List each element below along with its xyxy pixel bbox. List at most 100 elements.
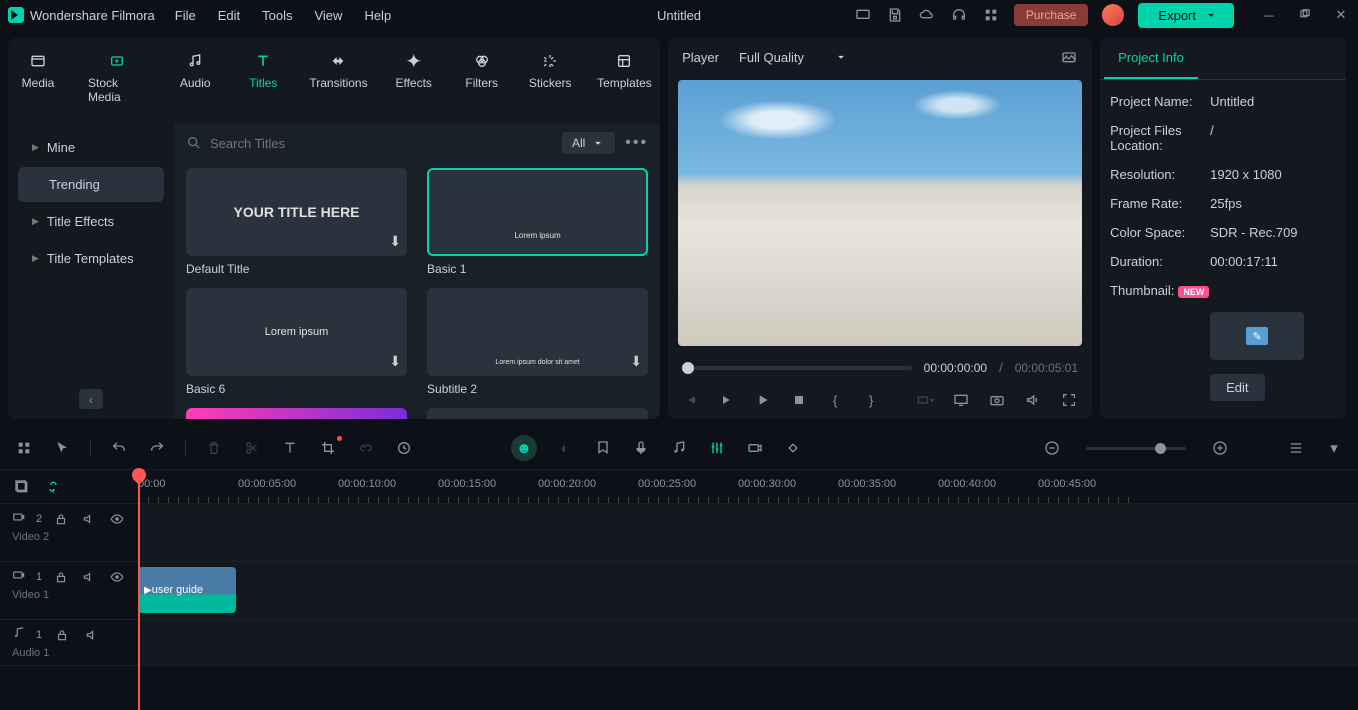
clip-user-guide[interactable]: ▶user guide — [138, 567, 236, 613]
grid-icon[interactable] — [14, 440, 34, 456]
lock-icon[interactable] — [52, 628, 72, 642]
camera-icon[interactable] — [988, 391, 1006, 409]
next-frame-icon[interactable] — [718, 391, 736, 409]
minimize-icon[interactable]: ─ — [1260, 6, 1278, 24]
sidebar-item-title-templates[interactable]: ▶Title Templates — [18, 241, 164, 276]
zoom-out-icon[interactable] — [1042, 440, 1062, 456]
cursor-icon[interactable] — [52, 440, 72, 456]
split-icon[interactable] — [242, 440, 262, 456]
track-body-video2[interactable] — [138, 504, 1358, 561]
menu-file[interactable]: File — [175, 8, 196, 23]
title-card-basic1[interactable]: Lorem ipsum Basic 1 — [427, 168, 648, 276]
play-icon[interactable] — [754, 391, 772, 409]
video-preview[interactable] — [678, 80, 1082, 346]
purchase-button[interactable]: Purchase — [1014, 4, 1089, 26]
tab-media[interactable]: Media — [8, 42, 68, 112]
redo-icon[interactable] — [147, 440, 167, 456]
display-icon[interactable] — [952, 391, 970, 409]
tab-filters[interactable]: Filters — [452, 42, 512, 112]
color-icon[interactable]: ◐ — [555, 440, 575, 457]
player-scrubber[interactable] — [682, 366, 912, 370]
tab-stock-media[interactable]: Stock Media — [76, 42, 157, 112]
mark-in-icon[interactable]: { — [826, 391, 844, 409]
lock-icon[interactable] — [52, 512, 70, 526]
settings-dropdown-icon[interactable]: ▾ — [1324, 439, 1344, 457]
maximize-icon[interactable] — [1296, 6, 1314, 24]
download-icon[interactable]: ⬇ — [389, 353, 401, 370]
user-avatar[interactable] — [1102, 4, 1124, 26]
search-input[interactable] — [186, 135, 552, 151]
tab-audio[interactable]: Audio — [165, 42, 225, 112]
export-button[interactable]: Export — [1138, 3, 1234, 28]
title-card-default[interactable]: YOUR TITLE HERE⬇ Default Title — [186, 168, 407, 276]
menu-tools[interactable]: Tools — [262, 8, 292, 23]
text-tool-icon[interactable] — [280, 440, 300, 456]
edit-button[interactable]: Edit — [1210, 374, 1264, 401]
sidebar-collapse-button[interactable]: ‹ — [79, 389, 103, 409]
volume-icon[interactable] — [1024, 391, 1042, 409]
zoom-slider[interactable] — [1086, 447, 1186, 450]
track-toggle-icon[interactable] — [12, 479, 32, 495]
mic-icon[interactable] — [631, 440, 651, 456]
track-body-audio1[interactable] — [138, 620, 1358, 665]
title-card-partial[interactable] — [186, 408, 407, 419]
menu-edit[interactable]: Edit — [218, 8, 240, 23]
tab-transitions[interactable]: Transitions — [301, 42, 375, 112]
tab-effects[interactable]: ✦Effects — [384, 42, 444, 112]
filter-all-button[interactable]: All — [562, 132, 615, 154]
apps-icon[interactable] — [982, 6, 1000, 24]
close-icon[interactable]: ✕ — [1332, 6, 1350, 24]
mute-icon[interactable] — [80, 512, 98, 526]
fullscreen-icon[interactable] — [1060, 391, 1078, 409]
lock-icon[interactable] — [52, 570, 70, 584]
snapshot-icon[interactable] — [1060, 48, 1078, 66]
title-card-basic6[interactable]: Lorem ipsum⬇ Basic 6 — [186, 288, 407, 396]
keyframe-icon[interactable] — [783, 440, 803, 456]
filmora-icon — [8, 7, 24, 23]
record-icon[interactable] — [745, 440, 765, 456]
more-icon[interactable]: ••• — [625, 134, 648, 152]
title-card-partial2[interactable] — [427, 408, 648, 419]
track-body-video1[interactable]: ▶user guide — [138, 562, 1358, 619]
prev-frame-icon[interactable] — [682, 391, 700, 409]
menu-view[interactable]: View — [314, 8, 342, 23]
sidebar-item-trending[interactable]: Trending — [18, 167, 164, 202]
mute-icon[interactable] — [80, 570, 98, 584]
download-icon[interactable]: ⬇ — [389, 233, 401, 250]
eye-icon[interactable] — [108, 512, 126, 526]
menu-help[interactable]: Help — [364, 8, 391, 23]
tab-templates[interactable]: Templates — [589, 42, 660, 112]
stop-icon[interactable] — [790, 391, 808, 409]
screen-icon[interactable] — [854, 6, 872, 24]
delete-icon[interactable] — [204, 440, 224, 456]
marker-icon[interactable] — [593, 440, 613, 456]
headphones-icon[interactable] — [950, 6, 968, 24]
eye-icon[interactable] — [108, 570, 126, 584]
thumbnail-preview[interactable]: ✎ — [1210, 312, 1304, 360]
sidebar-item-title-effects[interactable]: ▶Title Effects — [18, 204, 164, 239]
quality-select[interactable]: Full Quality — [739, 50, 848, 65]
speed-icon[interactable] — [394, 440, 414, 456]
cloud-icon[interactable] — [918, 6, 936, 24]
mark-out-icon[interactable]: } — [862, 391, 880, 409]
tab-stickers[interactable]: Stickers — [520, 42, 581, 112]
mute-icon[interactable] — [82, 628, 102, 642]
save-icon[interactable] — [886, 6, 904, 24]
aspect-icon[interactable]: ▾ — [916, 391, 934, 409]
zoom-in-icon[interactable] — [1210, 440, 1230, 456]
undo-icon[interactable] — [109, 440, 129, 456]
playhead[interactable] — [138, 470, 140, 710]
download-icon[interactable]: ⬇ — [630, 353, 642, 370]
title-card-subtitle2[interactable]: Lorem ipsum dolor sit amet⬇ Subtitle 2 — [427, 288, 648, 396]
magnet-icon[interactable] — [42, 479, 62, 495]
timeline-ruler[interactable]: 00:0000:00:05:0000:00:10:0000:00:15:0000… — [138, 470, 1358, 503]
mixer-icon[interactable] — [707, 440, 727, 456]
music-icon[interactable] — [669, 440, 689, 456]
link-icon[interactable] — [356, 440, 376, 456]
tab-titles[interactable]: Titles — [233, 42, 293, 112]
list-view-icon[interactable] — [1286, 440, 1306, 456]
ai-face-icon[interactable]: ☻ — [511, 435, 537, 461]
crop-icon[interactable] — [318, 440, 338, 456]
project-info-tab[interactable]: Project Info — [1104, 38, 1198, 79]
sidebar-item-mine[interactable]: ▶Mine — [18, 130, 164, 165]
